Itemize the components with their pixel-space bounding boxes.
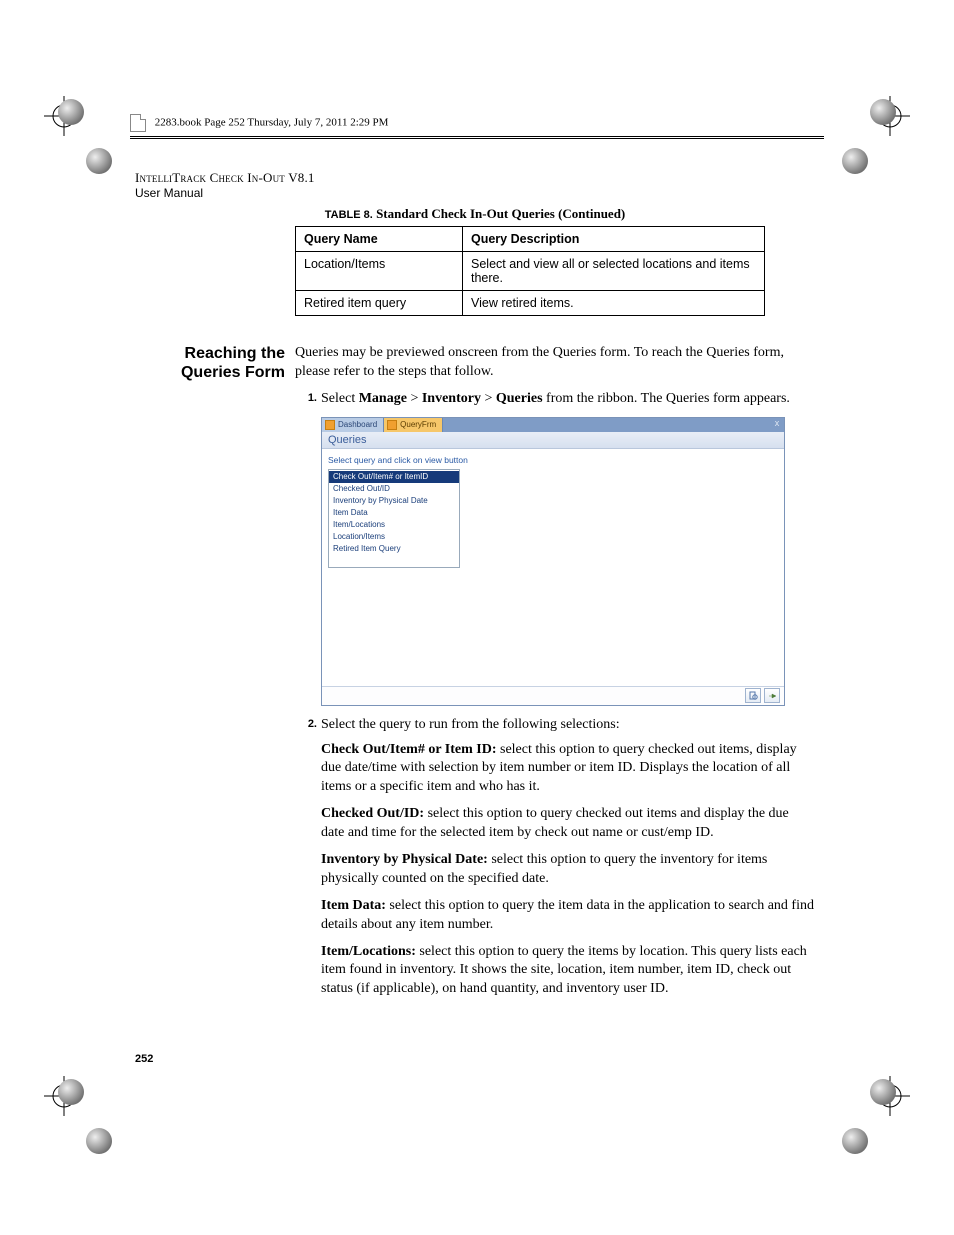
tab-icon [387,420,397,430]
export-button[interactable] [764,688,780,703]
step-number: 1. [295,390,317,409]
registration-ball [842,148,868,174]
list-item[interactable]: Check Out/Item# or ItemID [329,471,459,483]
definition-item: Item/Locations: select this option to qu… [321,943,815,1000]
form-title: Queries [322,432,784,449]
step-text: Select Manage > Inventory > Queries from… [321,390,815,409]
definition-item: Check Out/Item# or Item ID: select this … [321,741,815,798]
header-text: 2283.book Page 252 Thursday, July 7, 201… [155,117,389,129]
registration-ball [86,148,112,174]
list-item[interactable]: Item/Locations [329,519,459,531]
intro-paragraph: Queries may be previewed onscreen from t… [295,344,815,382]
tab-icon [325,420,335,430]
list-item[interactable]: Item Data [329,507,459,519]
table-header: Query Name [296,227,463,252]
table-row: Retired item query View retired items. [296,291,765,316]
table-caption: TABLE 8. Standard Check In-Out Queries (… [135,206,815,222]
app-tabstrip: Dashboard QueryFrm x [322,418,784,432]
preview-button[interactable] [745,688,761,703]
step-text: Select the query to run from the followi… [321,716,815,735]
registration-ball [870,99,896,125]
page-number: 252 [135,1053,153,1065]
form-instruction: Select query and click on view button [322,449,784,467]
list-item[interactable]: Retired Item Query [329,543,459,555]
section-heading: Reaching the Queries Form [135,344,285,1007]
queries-table: Query Name Query Description Location/It… [295,226,765,316]
registration-ball [58,99,84,125]
tab-dashboard[interactable]: Dashboard [322,418,384,432]
tab-queryfrm[interactable]: QueryFrm [384,418,443,432]
list-item[interactable]: Inventory by Physical Date [329,495,459,507]
table-row: Location/Items Select and view all or se… [296,252,765,291]
definition-item: Item Data: select this option to query t… [321,897,815,935]
form-footer [322,686,784,705]
registration-ball [842,1128,868,1154]
list-item[interactable]: Location/Items [329,531,459,543]
definitions-block: Check Out/Item# or Item ID: select this … [321,741,815,1000]
table-header: Query Description [463,227,765,252]
document-subtitle: User Manual [135,186,815,200]
registration-ball [86,1128,112,1154]
page-header-line: 2283.book Page 252 Thursday, July 7, 201… [130,114,824,139]
registration-ball [870,1079,896,1105]
definition-item: Checked Out/ID: select this option to qu… [321,805,815,843]
registration-ball [58,1079,84,1105]
queries-form-screenshot: Dashboard QueryFrm x Queries Select quer… [321,417,785,706]
form-blank-area [322,568,784,686]
book-page-icon [130,114,146,132]
step-number: 2. [295,716,317,735]
tab-close-button[interactable]: x [770,418,784,432]
definition-item: Inventory by Physical Date: select this … [321,851,815,889]
query-listbox[interactable]: Check Out/Item# or ItemID Checked Out/ID… [328,469,460,568]
list-item[interactable]: Checked Out/ID [329,483,459,495]
document-title: IntelliTrack Check In-Out V8.1 [135,170,815,186]
